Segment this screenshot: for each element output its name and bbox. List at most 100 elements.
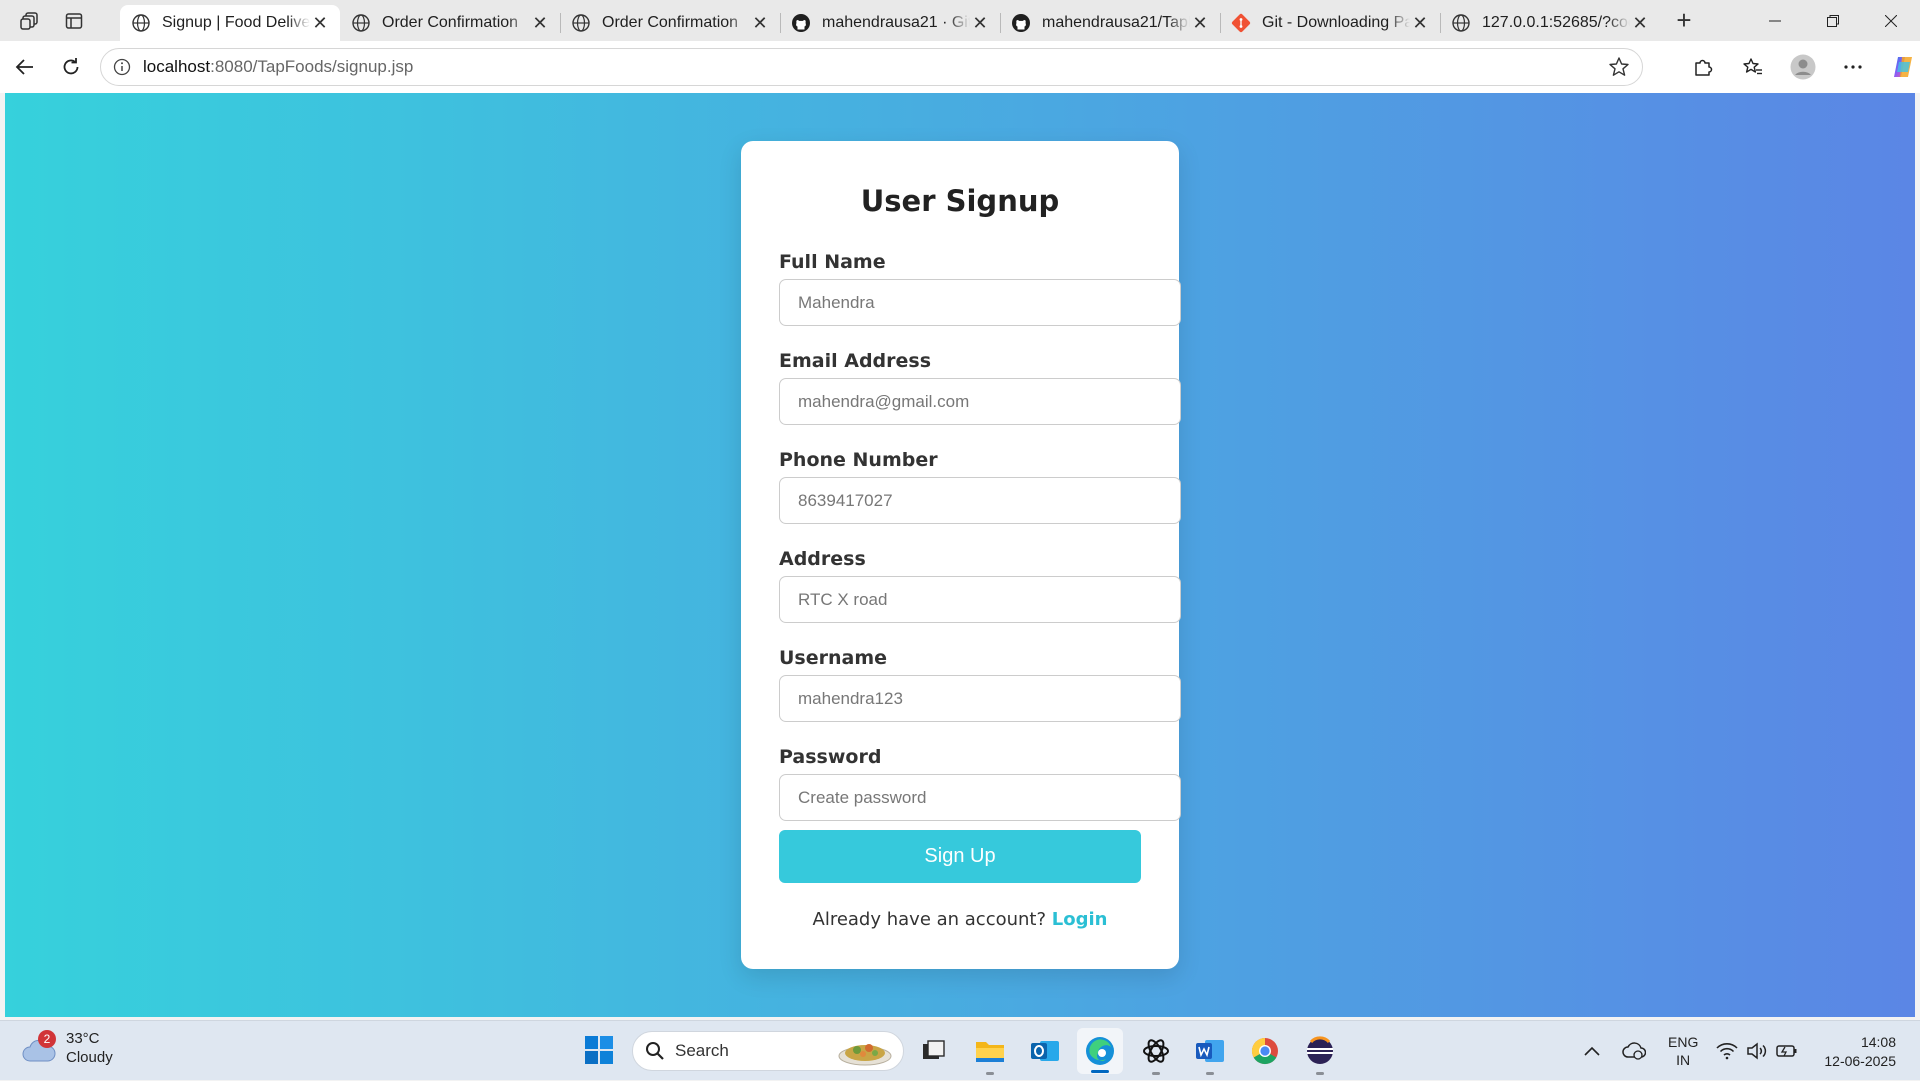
folder-icon bbox=[976, 1042, 1004, 1062]
minimize-icon bbox=[1769, 20, 1781, 21]
task-view-icon bbox=[923, 1040, 945, 1059]
more-menu-button[interactable] bbox=[1828, 47, 1878, 87]
git-icon bbox=[1230, 12, 1252, 34]
battery-icon bbox=[1776, 1045, 1797, 1057]
close-tab-button[interactable]: ✕ bbox=[1630, 13, 1650, 34]
phone-input[interactable] bbox=[779, 477, 1181, 524]
search-highlight-food-icon bbox=[838, 1044, 892, 1066]
taskbar: 2 33°C Cloudy Search ENG IN 14:08 12-06-… bbox=[0, 1020, 1920, 1080]
tab-list: Signup | Food Delivery ✕ Order Confirmatio… bbox=[120, 0, 1660, 41]
vertical-tabs-button[interactable] bbox=[54, 1, 94, 41]
task-view-app[interactable] bbox=[916, 1033, 952, 1069]
email-group: Email Address bbox=[779, 350, 1181, 425]
taskbar-search[interactable]: Search bbox=[632, 1031, 904, 1071]
search-label: Search bbox=[675, 1041, 729, 1060]
language-code: ENG bbox=[1668, 1034, 1699, 1050]
username-group: Username bbox=[779, 647, 1181, 722]
github-icon bbox=[790, 12, 812, 34]
more-dots-icon bbox=[1844, 65, 1862, 69]
system-clock[interactable]: 14:08 12-06-2025 bbox=[1812, 1033, 1896, 1071]
close-tab-button[interactable]: ✕ bbox=[530, 13, 550, 34]
file-explorer-app[interactable] bbox=[972, 1033, 1008, 1075]
refresh-button[interactable] bbox=[48, 47, 94, 87]
browser-tab[interactable]: Git - Downloading Package✕ bbox=[1220, 5, 1440, 41]
workspaces-button[interactable] bbox=[10, 1, 50, 41]
onedrive-tray[interactable] bbox=[1622, 1021, 1646, 1081]
windows-logo-icon bbox=[585, 1036, 613, 1064]
show-hidden-icons-button[interactable] bbox=[1584, 1021, 1600, 1081]
email-input[interactable] bbox=[779, 378, 1181, 425]
extensions-button[interactable] bbox=[1678, 47, 1728, 87]
word-app[interactable] bbox=[1192, 1033, 1228, 1075]
restore-icon bbox=[1827, 14, 1839, 27]
profile-button[interactable] bbox=[1778, 47, 1828, 87]
language-indicator[interactable]: ENG IN bbox=[1668, 1033, 1698, 1069]
username-input[interactable] bbox=[779, 675, 1181, 722]
page-title: User Signup bbox=[860, 184, 1060, 218]
close-tab-button[interactable]: ✕ bbox=[310, 13, 330, 34]
start-button[interactable] bbox=[584, 1035, 614, 1065]
weather-widget[interactable]: 2 33°C Cloudy bbox=[22, 1029, 113, 1067]
tab-actions-icon bbox=[65, 12, 83, 29]
full-name-label: Full Name bbox=[779, 251, 886, 273]
favorites-button[interactable] bbox=[1728, 47, 1778, 87]
back-button[interactable] bbox=[2, 47, 48, 87]
close-tab-button[interactable]: ✕ bbox=[1190, 13, 1210, 34]
username-label: Username bbox=[779, 647, 888, 669]
temperature: 33°C bbox=[66, 1030, 100, 1047]
running-indicator bbox=[1316, 1072, 1324, 1075]
sign-up-button[interactable]: Sign Up bbox=[779, 830, 1141, 883]
page-background: User Signup Full Name Email Address Phon… bbox=[5, 93, 1915, 1017]
tab-title: mahendrausa21 · GitHub bbox=[822, 14, 970, 31]
restore-button[interactable] bbox=[1804, 0, 1862, 41]
search-icon bbox=[646, 1042, 664, 1060]
phone-group: Phone Number bbox=[779, 449, 1181, 524]
close-tab-button[interactable]: ✕ bbox=[970, 13, 990, 34]
address-label: Address bbox=[779, 548, 866, 570]
browser-tab[interactable]: mahendrausa21 · GitHub✕ bbox=[780, 5, 1000, 41]
browser-tab[interactable]: Order Confirmation ✕ bbox=[560, 5, 780, 41]
copilot-icon bbox=[1894, 57, 1912, 77]
password-input[interactable] bbox=[779, 774, 1181, 821]
eclipse-app[interactable] bbox=[1302, 1033, 1338, 1075]
battery-tray[interactable] bbox=[1776, 1021, 1798, 1081]
close-tab-button[interactable]: ✕ bbox=[750, 13, 770, 34]
favorite-star-icon[interactable] bbox=[1608, 56, 1630, 83]
globe-icon bbox=[130, 12, 152, 34]
tab-title: Order Confirmation bbox=[602, 14, 739, 31]
network-tray[interactable] bbox=[1716, 1021, 1738, 1081]
chevron-up-icon bbox=[1584, 1046, 1600, 1056]
full-name-input[interactable] bbox=[779, 279, 1181, 326]
close-tab-button[interactable]: ✕ bbox=[1410, 13, 1430, 34]
close-window-button[interactable] bbox=[1862, 0, 1920, 41]
chatgpt-app[interactable] bbox=[1138, 1033, 1174, 1075]
login-link[interactable]: Login bbox=[1052, 909, 1108, 930]
outlook-app[interactable] bbox=[1027, 1033, 1063, 1069]
running-indicator bbox=[1152, 1072, 1160, 1075]
chrome-app[interactable] bbox=[1247, 1033, 1283, 1069]
new-tab-button[interactable]: + bbox=[1664, 3, 1704, 39]
address-input[interactable] bbox=[779, 576, 1181, 623]
address-group: Address bbox=[779, 548, 1181, 623]
tab-title: Signup | Food Delivery bbox=[162, 14, 310, 31]
edge-app[interactable] bbox=[1077, 1028, 1123, 1074]
speaker-icon bbox=[1747, 1042, 1767, 1060]
address-bar[interactable]: localhost:8080/TapFoods/signup.jsp bbox=[100, 48, 1643, 86]
browser-tab[interactable]: mahendrausa21/TapFoods✕ bbox=[1000, 5, 1220, 41]
volume-tray[interactable] bbox=[1746, 1021, 1768, 1081]
copilot-button[interactable] bbox=[1878, 47, 1920, 87]
browser-tab[interactable]: Order Confirmation ✕ bbox=[340, 5, 560, 41]
clock-time: 14:08 bbox=[1860, 1034, 1896, 1050]
browser-tab[interactable]: Signup | Food Delivery ✕ bbox=[120, 5, 340, 41]
cloud-icon: 2 bbox=[22, 1030, 58, 1063]
browser-toolbar: localhost:8080/TapFoods/signup.jsp bbox=[0, 41, 1920, 93]
full-name-group: Full Name bbox=[779, 251, 1181, 326]
url-text: localhost:8080/TapFoods/signup.jsp bbox=[143, 57, 413, 77]
tab-title: mahendrausa21/TapFoods bbox=[1042, 14, 1190, 31]
active-indicator bbox=[1091, 1070, 1109, 1073]
minimize-button[interactable] bbox=[1746, 0, 1804, 41]
wifi-icon bbox=[1716, 1043, 1738, 1060]
browser-tab[interactable]: 127.0.0.1:52685/?code ✕ bbox=[1440, 5, 1660, 41]
site-info-icon[interactable] bbox=[111, 56, 133, 78]
plus-icon: + bbox=[1676, 5, 1692, 35]
